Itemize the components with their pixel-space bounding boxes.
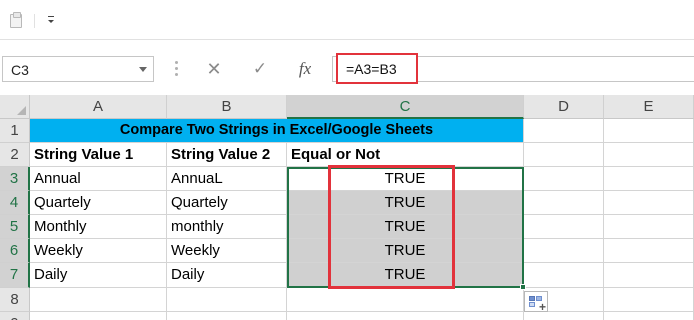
cell-e8[interactable] bbox=[604, 288, 694, 312]
cell-a5[interactable]: Monthly bbox=[30, 215, 167, 239]
row-header-3[interactable]: 3 bbox=[0, 167, 30, 191]
header-cell-a2[interactable]: String Value 1 bbox=[30, 143, 167, 167]
insert-function-button[interactable]: fx bbox=[292, 58, 318, 80]
cell-b6[interactable]: Weekly bbox=[167, 239, 287, 263]
cell-c8[interactable] bbox=[287, 288, 524, 312]
worksheet-grid: A B C D E 1 2 3 4 5 6 7 8 9 Compare Two … bbox=[0, 95, 694, 320]
cell-e6[interactable] bbox=[604, 239, 694, 263]
cell-d7[interactable] bbox=[524, 263, 604, 288]
formula-bar: C3 ✕ ✓ fx =A3=B3 bbox=[0, 40, 694, 95]
cell-a4[interactable]: Quartely bbox=[30, 191, 167, 215]
row-header-1[interactable]: 1 bbox=[0, 119, 30, 143]
formula-highlight-box[interactable]: =A3=B3 bbox=[336, 53, 418, 84]
row-header-6[interactable]: 6 bbox=[0, 239, 30, 263]
quick-analysis-icon[interactable]: + bbox=[524, 291, 548, 313]
formula-text: =A3=B3 bbox=[346, 61, 397, 77]
cell-e7[interactable] bbox=[604, 263, 694, 288]
column-header-e[interactable]: E bbox=[604, 95, 694, 119]
row-header-2[interactable]: 2 bbox=[0, 143, 30, 167]
quick-access-toolbar bbox=[0, 0, 694, 40]
formula-bar-grip-icon[interactable] bbox=[175, 61, 178, 77]
cell-b3[interactable]: AnnuaL bbox=[167, 167, 287, 191]
row-header-8[interactable]: 8 bbox=[0, 288, 30, 312]
cell-b8[interactable] bbox=[167, 288, 287, 312]
cell-e5[interactable] bbox=[604, 215, 694, 239]
fill-handle[interactable] bbox=[520, 284, 526, 290]
clipboard-icon[interactable] bbox=[10, 12, 22, 28]
cell-e2[interactable] bbox=[604, 143, 694, 167]
cell-e4[interactable] bbox=[604, 191, 694, 215]
cell-b7[interactable]: Daily bbox=[167, 263, 287, 288]
customize-toolbar-chevron-down-icon[interactable] bbox=[46, 14, 56, 26]
name-box[interactable]: C3 bbox=[2, 56, 154, 82]
cell-d2[interactable] bbox=[524, 143, 604, 167]
result-highlight-box bbox=[328, 165, 455, 289]
cell-a7[interactable]: Daily bbox=[30, 263, 167, 288]
cell-d5[interactable] bbox=[524, 215, 604, 239]
column-header-d[interactable]: D bbox=[524, 95, 604, 119]
formula-buttons: ✕ ✓ fx bbox=[192, 56, 332, 82]
column-header-b[interactable]: B bbox=[167, 95, 287, 119]
cell-d3[interactable] bbox=[524, 167, 604, 191]
cell-d6[interactable] bbox=[524, 239, 604, 263]
cell-b9[interactable] bbox=[167, 312, 287, 320]
name-box-value: C3 bbox=[11, 62, 29, 78]
cell-a6[interactable]: Weekly bbox=[30, 239, 167, 263]
column-header-c[interactable]: C bbox=[287, 95, 524, 119]
title-cell[interactable]: Compare Two Strings in Excel/Google Shee… bbox=[30, 119, 524, 143]
cell-c9[interactable] bbox=[287, 312, 524, 320]
enter-check-icon[interactable]: ✓ bbox=[250, 59, 270, 79]
name-box-dropdown-icon[interactable] bbox=[139, 67, 147, 72]
cell-e9[interactable] bbox=[604, 312, 694, 320]
cancel-icon[interactable]: ✕ bbox=[204, 59, 224, 79]
header-cell-c2[interactable]: Equal or Not bbox=[287, 143, 524, 167]
row-header-9[interactable]: 9 bbox=[0, 312, 30, 320]
cell-b4[interactable]: Quartely bbox=[167, 191, 287, 215]
row-header-5[interactable]: 5 bbox=[0, 215, 30, 239]
cell-a3[interactable]: Annual bbox=[30, 167, 167, 191]
cell-a8[interactable] bbox=[30, 288, 167, 312]
cell-e1[interactable] bbox=[604, 119, 694, 143]
row-header-4[interactable]: 4 bbox=[0, 191, 30, 215]
column-header-a[interactable]: A bbox=[30, 95, 167, 119]
cell-a9[interactable] bbox=[30, 312, 167, 320]
header-cell-b2[interactable]: String Value 2 bbox=[167, 143, 287, 167]
cell-e3[interactable] bbox=[604, 167, 694, 191]
select-all-corner[interactable] bbox=[0, 95, 30, 119]
toolbar-divider bbox=[34, 14, 35, 28]
cell-d4[interactable] bbox=[524, 191, 604, 215]
row-header-7[interactable]: 7 bbox=[0, 263, 30, 288]
cell-d9[interactable] bbox=[524, 312, 604, 320]
cell-d1[interactable] bbox=[524, 119, 604, 143]
cell-b5[interactable]: monthly bbox=[167, 215, 287, 239]
